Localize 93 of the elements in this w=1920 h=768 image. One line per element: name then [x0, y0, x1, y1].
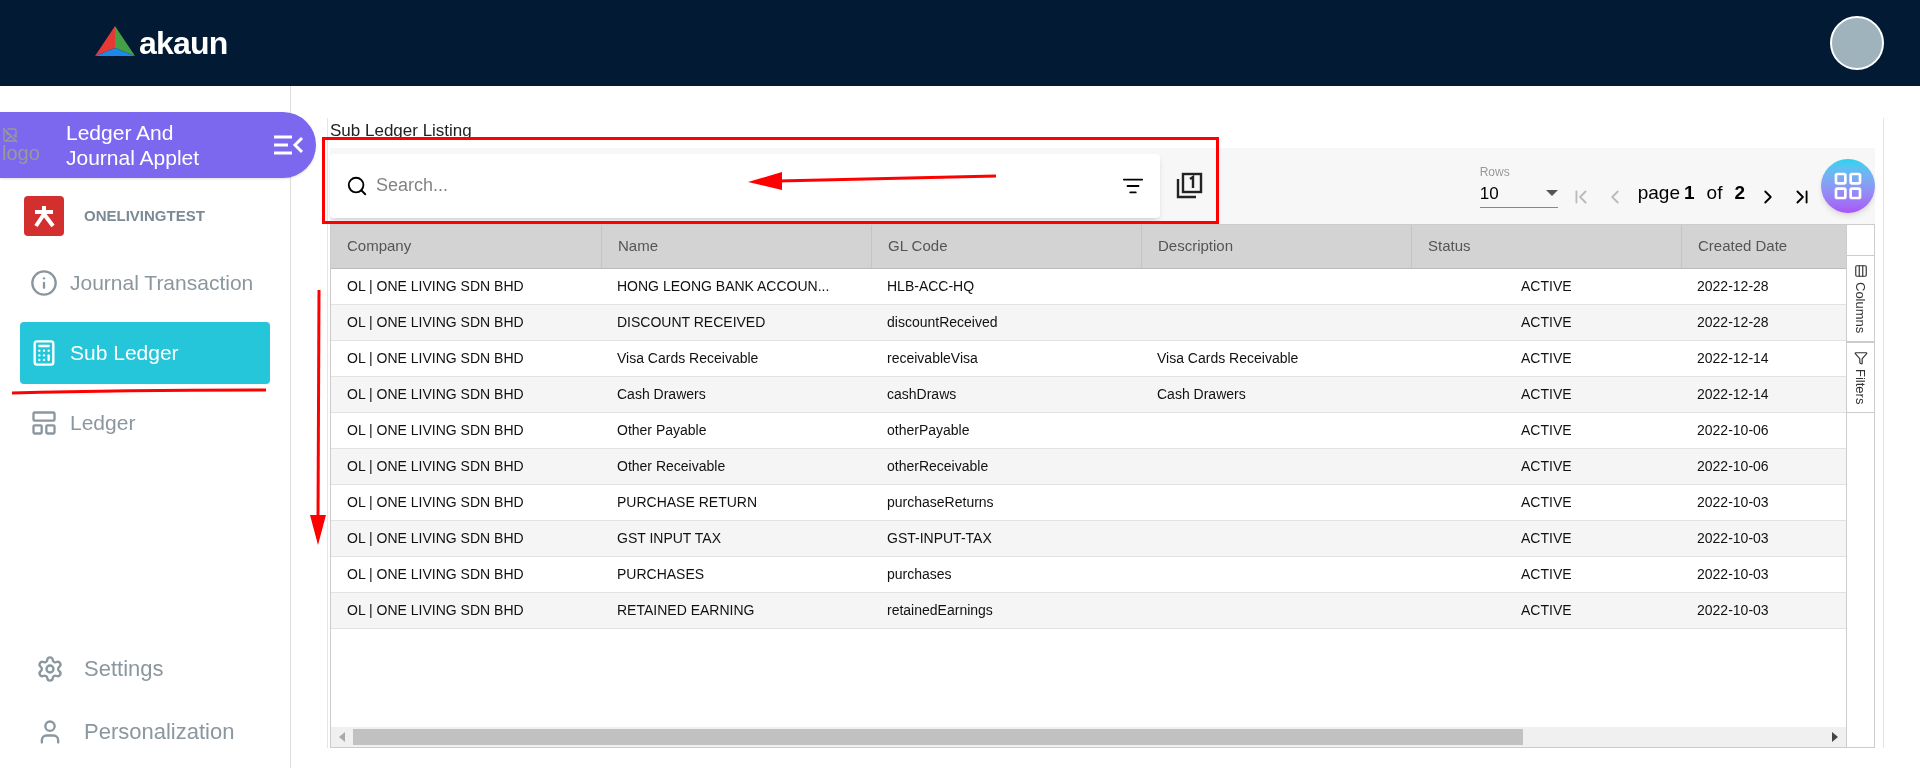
broken-image-icon: [2, 127, 18, 143]
sidebar-item[interactable]: Journal Transaction: [20, 252, 270, 314]
table-cell-text: ACTIVE: [1521, 528, 1572, 548]
caret-icon: [1545, 190, 1558, 198]
table-cell-text: 2022-12-28: [1697, 312, 1769, 332]
column-header[interactable]: Status: [1411, 224, 1681, 268]
table-cell-text: 2022-10-03: [1697, 600, 1769, 620]
table-cell-text: ACTIVE: [1521, 348, 1572, 368]
stacked-pages-icon: [1174, 170, 1204, 201]
company-name: ONELIVINGTEST: [84, 205, 205, 226]
table-cell-text: ACTIVE: [1521, 312, 1572, 332]
table-cell-text: otherPayable: [887, 420, 970, 440]
columns-icon: [1853, 263, 1868, 278]
table-cell-text: RETAINED EARNING: [617, 600, 755, 620]
column-header[interactable]: Description: [1141, 224, 1411, 268]
table-cell-text: 2022-10-03: [1697, 492, 1769, 512]
table-cell-text: OL | ONE LIVING SDN BHD: [347, 420, 524, 440]
table-cell-text: OL | ONE LIVING SDN BHD: [347, 600, 524, 620]
table-cell-text: OL | ONE LIVING SDN BHD: [347, 384, 524, 404]
settings-icon: [36, 654, 64, 683]
page-word: page: [1637, 181, 1680, 206]
nav-icon: [30, 409, 58, 437]
table-cell-text: GST INPUT TAX: [617, 528, 721, 548]
table-cell-text: ACTIVE: [1521, 456, 1572, 476]
table-cell-text: 2022-10-06: [1697, 420, 1769, 440]
horizontal-scrollbar[interactable]: [331, 727, 1846, 747]
table-cell-text: ACTIVE: [1521, 420, 1572, 440]
table-cell-text: HLB-ACC-HQ: [887, 276, 975, 296]
table-cell-text: 2022-10-03: [1697, 564, 1769, 584]
logo-alt-text: logo: [2, 143, 40, 163]
table-cell-text: 2022-12-28: [1697, 276, 1769, 296]
sidebar-item[interactable]: Personalization: [36, 715, 254, 748]
table-cell-text: PURCHASE RETURN: [617, 492, 757, 512]
apps-button[interactable]: [1821, 158, 1875, 213]
scroll-right-icon: [1832, 732, 1838, 742]
applet-title: Ledger And Journal Applet: [66, 120, 201, 170]
table-cell-text: cashDraws: [887, 384, 957, 404]
menu-collapse-button[interactable]: [272, 133, 304, 157]
menu-collapse-icon: [272, 133, 304, 157]
table-cell-text: 2022-10-03: [1697, 528, 1769, 548]
filter-icon: [1853, 350, 1868, 365]
table-cell-text: ACTIVE: [1521, 564, 1572, 584]
table-cell-text: Cash Drawers: [1157, 384, 1246, 404]
column-header[interactable]: Name: [601, 224, 871, 268]
table-cell-text: OL | ONE LIVING SDN BHD: [347, 276, 524, 296]
table-cell-text: 2022-10-06: [1697, 456, 1769, 476]
table-cell-text: discountReceived: [887, 312, 998, 332]
table-cell-text: ACTIVE: [1521, 492, 1572, 512]
table-cell-text: purchases: [887, 564, 952, 584]
table-cell-text: Visa Cards Receivable: [617, 348, 759, 368]
brand-name: akaun: [139, 24, 228, 63]
side-panel-tab[interactable]: Filters: [1847, 341, 1874, 414]
table-cell-text: 2022-12-14: [1697, 348, 1769, 368]
table-cell-text: 2022-12-14: [1697, 384, 1769, 404]
table-cell-text: GST-INPUT-TAX: [887, 528, 992, 548]
table-cell-text: Other Receivable: [617, 456, 726, 476]
table-cell-text: OL | ONE LIVING SDN BHD: [347, 456, 524, 476]
page-title: Sub Ledger Listing: [330, 120, 473, 142]
table-cell-text: OL | ONE LIVING SDN BHD: [347, 564, 524, 584]
table-cell-text: OL | ONE LIVING SDN BHD: [347, 312, 524, 332]
of-word: of: [1706, 181, 1723, 206]
table-cell-text: receivableVisa: [887, 348, 978, 368]
search-icon: [346, 174, 368, 197]
column-header[interactable]: GL Code: [871, 224, 1141, 268]
page-total: 2: [1734, 181, 1745, 206]
rows-select[interactable]: 10: [1479, 181, 1558, 208]
table-cell-text: ACTIVE: [1521, 600, 1572, 620]
table-cell-text: OL | ONE LIVING SDN BHD: [347, 492, 524, 512]
table-cell-text: HONG LEONG BANK ACCOUN...: [617, 276, 830, 296]
table-cell-text: otherReceivable: [887, 456, 989, 476]
table-cell-text: ACTIVE: [1521, 384, 1572, 404]
table-cell-text: Visa Cards Receivable: [1157, 348, 1299, 368]
table-cell-text: ACTIVE: [1521, 276, 1572, 296]
table-cell-text: retainedEarnings: [887, 600, 993, 620]
search-field[interactable]: Search...: [376, 172, 1114, 199]
avatar[interactable]: [1830, 16, 1884, 70]
scrollbar-thumb[interactable]: [353, 729, 1523, 745]
side-panel-tab[interactable]: Columns: [1847, 254, 1874, 342]
table-cell-text: OL | ONE LIVING SDN BHD: [347, 528, 524, 548]
search-bar[interactable]: Search...: [330, 153, 1160, 218]
sidebar-item[interactable]: Ledger: [20, 392, 270, 454]
table-cell-text: PURCHASES: [617, 564, 705, 584]
table-cell-text: DISCOUNT RECEIVED: [617, 312, 766, 332]
table-cell-text: OL | ONE LIVING SDN BHD: [347, 348, 524, 368]
table-cell-text: Other Payable: [617, 420, 707, 440]
page-number: 1: [1684, 181, 1695, 206]
rows-label: Rows: [1479, 164, 1511, 182]
table-cell-text: Cash Drawers: [617, 384, 706, 404]
column-header[interactable]: Company: [331, 224, 601, 268]
nav-icon: [30, 269, 58, 297]
sidebar-item[interactable]: Settings: [36, 652, 254, 685]
table-cell-text: purchaseReturns: [887, 492, 994, 512]
scroll-left-icon: [339, 732, 345, 742]
